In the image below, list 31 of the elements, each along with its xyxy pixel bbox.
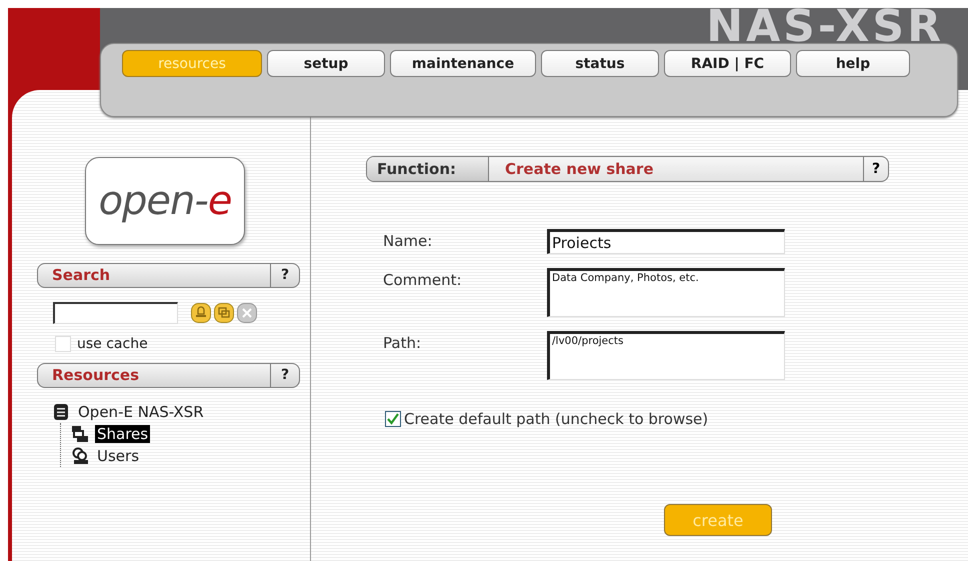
section-title: Resources bbox=[51, 365, 140, 386]
field-label: Comment: bbox=[383, 270, 463, 291]
text-field[interactable]: Proiects bbox=[547, 229, 785, 254]
tree-item[interactable]: Open-E NAS-XSR bbox=[76, 403, 206, 421]
users-icon bbox=[71, 447, 89, 465]
field-label: Path: bbox=[383, 333, 422, 354]
product-title: NAS-XSR bbox=[706, 8, 944, 46]
function-title: Create new share bbox=[504, 159, 654, 180]
section-title: Search bbox=[51, 265, 112, 286]
checkbox[interactable] bbox=[385, 411, 401, 427]
checkbox-label: use cache bbox=[77, 336, 148, 352]
help-button[interactable]: ? bbox=[863, 157, 888, 181]
nav-tab[interactable]: maintenance bbox=[390, 50, 536, 77]
text-area[interactable]: Data Company, Photos, etc. bbox=[547, 268, 785, 317]
search-field[interactable] bbox=[53, 302, 178, 324]
nav-tab[interactable]: setup bbox=[267, 50, 385, 77]
field-label: Name: bbox=[383, 231, 434, 252]
function-label: Function: bbox=[367, 157, 489, 181]
help-button[interactable]: ? bbox=[270, 364, 299, 387]
nav-tab[interactable]: help bbox=[796, 50, 910, 77]
logo-text: open-e bbox=[98, 178, 232, 224]
help-button[interactable]: ? bbox=[270, 264, 299, 287]
close-icon[interactable] bbox=[237, 303, 257, 323]
nav-tab[interactable]: status bbox=[541, 50, 659, 77]
tree-item[interactable]: Shares bbox=[95, 425, 150, 443]
tree-item[interactable]: Users bbox=[95, 447, 142, 465]
nav-tab[interactable]: RAID | FC bbox=[664, 50, 791, 77]
server-icon bbox=[52, 403, 70, 421]
checkbox-label: Create default path (uncheck to browse) bbox=[404, 410, 708, 428]
folders-icon bbox=[71, 425, 89, 443]
text-area[interactable]: /lv00/projects bbox=[547, 331, 785, 380]
